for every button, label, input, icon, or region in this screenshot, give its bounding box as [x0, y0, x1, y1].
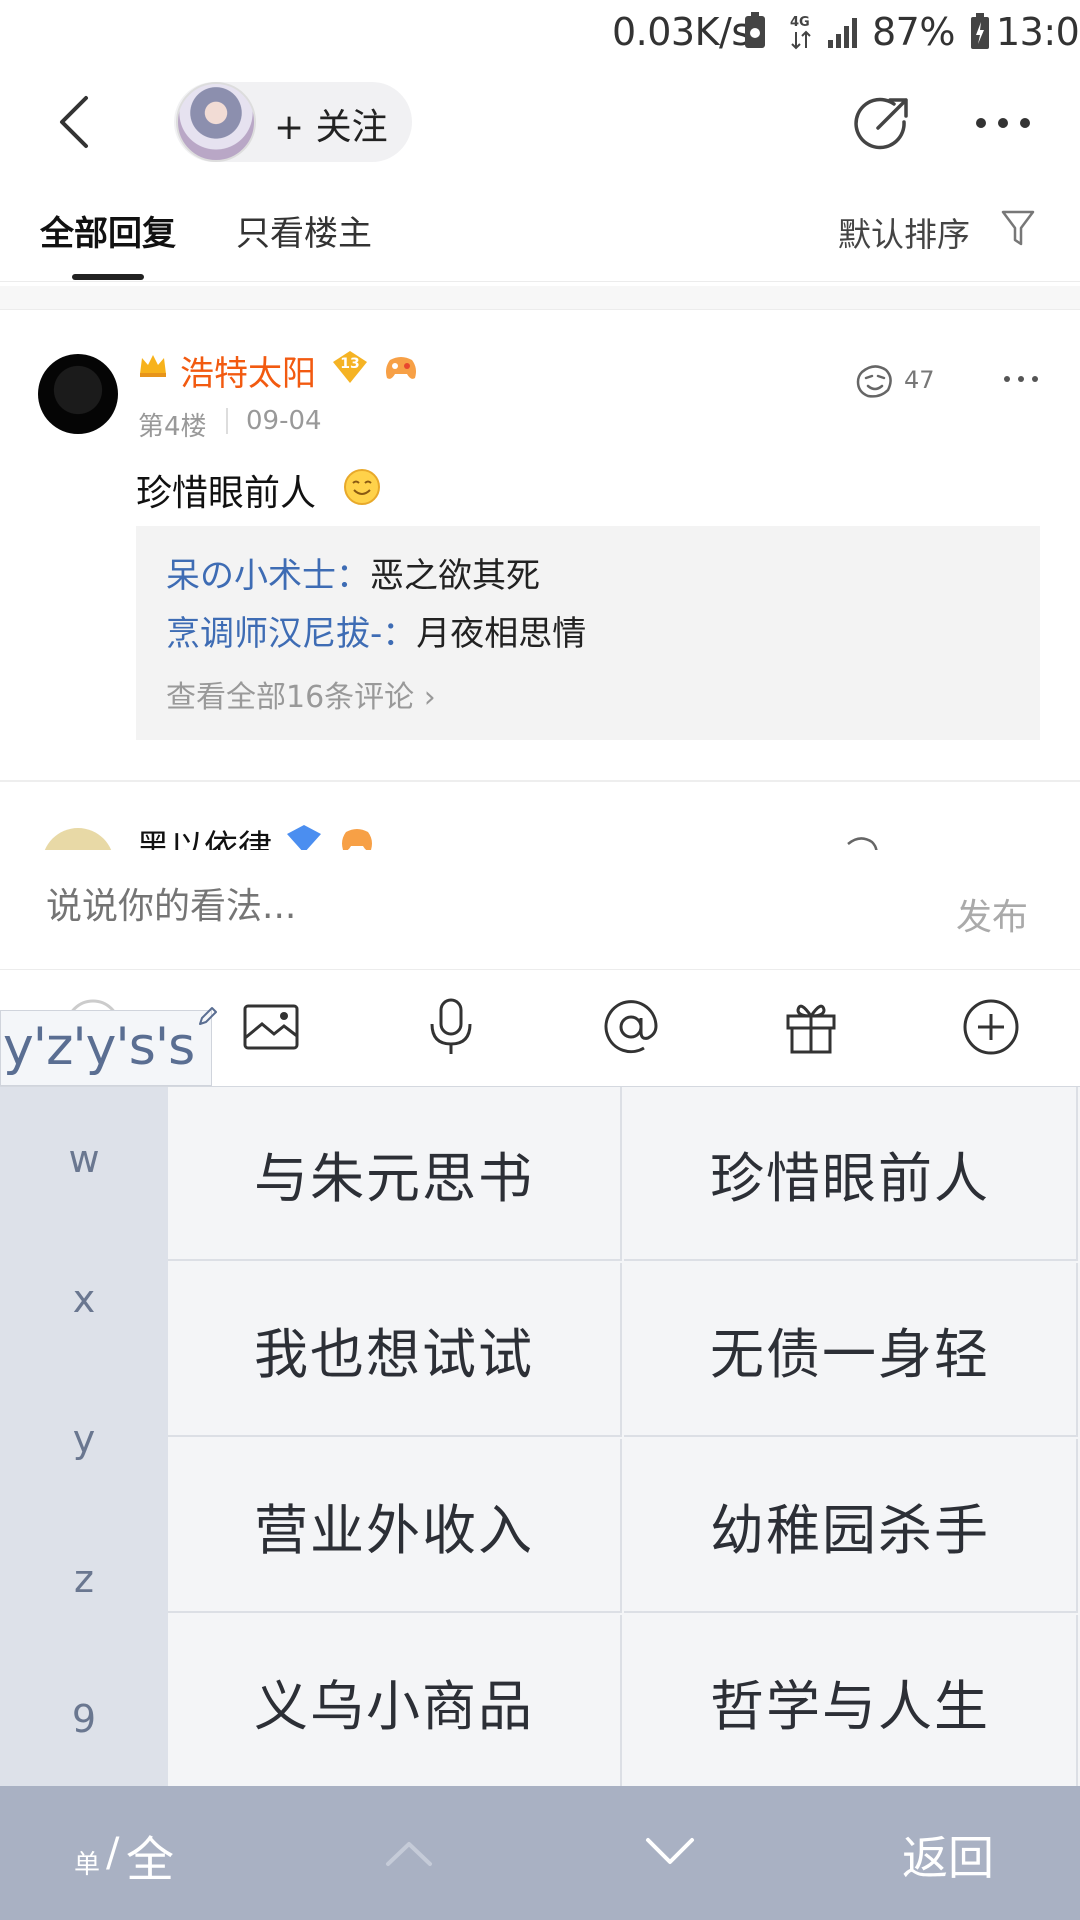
ime-letter-column: w x y z 9 — [0, 1087, 168, 1787]
like-count: 47 — [904, 366, 935, 394]
post-date: 09-04 — [246, 406, 322, 436]
level-badge: 13 — [332, 350, 368, 384]
avatar[interactable] — [42, 828, 114, 850]
battery-percent: 87% — [872, 10, 955, 54]
return-button[interactable]: 返回 — [902, 1822, 994, 1888]
sub-reply-text: 恶之欲其死 — [370, 556, 540, 596]
follow-label: + 关注 — [274, 107, 388, 148]
ime-keyboard: w x y z 9 与朱元思书 珍惜眼前人 我也想试试 无债一身轻 营业外收入 … — [0, 1086, 1080, 1789]
username[interactable]: 浩特太阳 — [180, 346, 316, 395]
floor-number: 第4楼 — [138, 412, 207, 442]
share-icon[interactable] — [854, 96, 910, 152]
ime-candidate[interactable]: 与朱元思书 — [168, 1087, 622, 1261]
sub-reply-author[interactable]: 呆の小术士： — [166, 556, 370, 596]
like-face-icon[interactable] — [840, 834, 882, 850]
meta-separator — [226, 408, 228, 434]
network-speed: 0.03K/s — [612, 10, 751, 54]
game-controller-icon — [342, 829, 372, 850]
reply-tabs: 全部回复 只看楼主 默认排序 — [0, 182, 1080, 282]
publish-button[interactable]: 发布 — [956, 888, 1028, 940]
network-4g-icon: 4G — [790, 15, 811, 50]
avatar[interactable] — [38, 354, 118, 434]
username[interactable]: 黑以依律 — [136, 820, 272, 850]
section-divider — [0, 286, 1080, 310]
ime-candidate-grid: 与朱元思书 珍惜眼前人 我也想试试 无债一身轻 营业外收入 幼稚园杀手 义乌小商… — [168, 1087, 1080, 1789]
battery-charging-icon — [971, 13, 989, 49]
add-icon[interactable] — [960, 996, 1022, 1058]
ime-composing-text: y'z'y's's — [3, 1017, 195, 1077]
filter-icon[interactable] — [1000, 208, 1036, 248]
ime-bottom-bar: 单 / 全 返回 — [0, 1786, 1080, 1920]
more-options-icon[interactable] — [976, 118, 1032, 132]
back-icon[interactable] — [48, 92, 108, 152]
author-avatar[interactable] — [176, 82, 256, 162]
view-all-comments-link[interactable]: 查看全部16条评论 › — [166, 672, 436, 716]
ime-composing-bar: y'z'y's's — [0, 1010, 212, 1086]
gift-icon[interactable] — [780, 996, 842, 1058]
smile-emoji-icon — [344, 469, 380, 505]
post-divider — [0, 780, 1080, 782]
battery-saver-icon — [745, 12, 765, 48]
ime-candidate[interactable]: 义乌小商品 — [168, 1615, 622, 1789]
next-post-item: 黑以依律 — [0, 816, 1080, 850]
mode-full-label: 全 — [126, 1832, 175, 1888]
ime-candidate[interactable]: 珍惜眼前人 — [624, 1087, 1078, 1261]
ime-candidate[interactable]: 哲学与人生 — [624, 1615, 1078, 1789]
sub-reply-author[interactable]: 烹调师汉尼拔-： — [166, 614, 416, 654]
ime-candidate[interactable]: 我也想试试 — [168, 1263, 622, 1437]
status-bar: 0.03K/s 4G 87% 13:07 — [0, 0, 1080, 64]
pencil-icon[interactable] — [196, 1004, 220, 1028]
like-face-icon[interactable] — [854, 362, 896, 400]
image-icon[interactable] — [240, 996, 302, 1058]
microphone-icon[interactable] — [420, 996, 482, 1058]
comment-input[interactable] — [46, 886, 746, 927]
sub-reply[interactable]: 烹调师汉尼拔-：月夜相思情 — [166, 606, 586, 655]
tab-all-replies[interactable]: 全部回复 — [40, 206, 176, 255]
svg-text:4G: 4G — [790, 15, 810, 30]
follow-button[interactable]: + 关注 — [174, 82, 412, 162]
active-tab-indicator — [72, 274, 144, 280]
ime-key[interactable]: y — [0, 1417, 168, 1461]
level-number: 13 — [340, 356, 360, 372]
post-more-icon[interactable] — [1004, 376, 1040, 384]
sub-replies-box[interactable]: 呆の小术士：恶之欲其死 烹调师汉尼拔-：月夜相思情 查看全部16条评论 › — [136, 526, 1040, 740]
sub-reply-text: 月夜相思情 — [416, 614, 587, 654]
ime-candidate[interactable]: 营业外收入 — [168, 1439, 622, 1613]
page-down-icon[interactable] — [644, 1836, 696, 1866]
ime-key[interactable]: z — [0, 1557, 168, 1601]
sub-reply[interactable]: 呆の小术士：恶之欲其死 — [166, 548, 540, 597]
comment-bar: 发布 — [0, 850, 1080, 970]
level-badge-icon — [287, 825, 321, 850]
sort-dropdown[interactable]: 默认排序 — [838, 208, 970, 256]
tab-owner-only[interactable]: 只看楼主 — [236, 206, 372, 255]
clock: 13:07 — [996, 10, 1080, 54]
ime-key[interactable]: w — [0, 1137, 168, 1181]
ime-candidate[interactable]: 无债一身轻 — [624, 1263, 1078, 1437]
game-controller-icon — [386, 357, 416, 379]
ime-key[interactable]: 9 — [0, 1697, 168, 1741]
crown-icon — [140, 355, 166, 377]
page-up-icon[interactable] — [384, 1838, 434, 1868]
top-nav: + 关注 — [0, 64, 1080, 180]
mention-icon[interactable] — [600, 996, 662, 1058]
mode-single-label: 单 — [74, 1850, 101, 1880]
signal-icon — [828, 18, 857, 48]
ime-key[interactable]: x — [0, 1277, 168, 1321]
ime-candidate[interactable]: 幼稚园杀手 — [624, 1439, 1078, 1613]
mode-separator: / — [106, 1830, 120, 1876]
post-content: 珍惜眼前人 — [136, 473, 317, 514]
